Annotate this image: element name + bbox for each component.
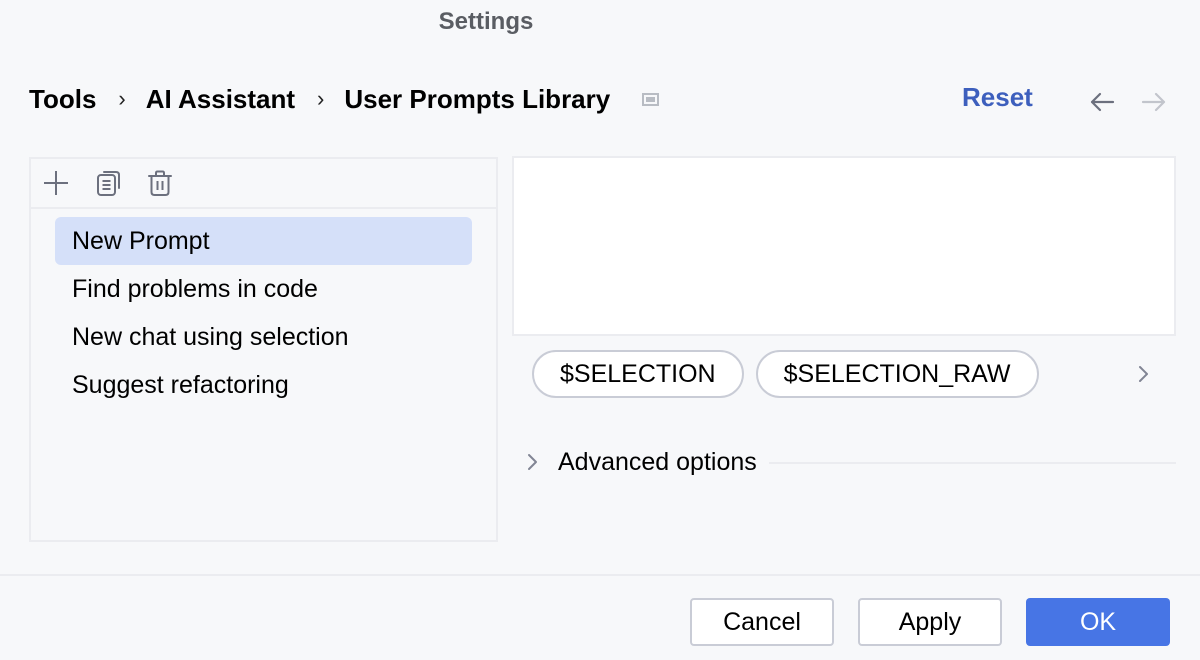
section-divider: [768, 462, 1176, 464]
breadcrumb-item-ai-assistant[interactable]: AI Assistant: [146, 84, 295, 115]
advanced-options-label[interactable]: Advanced options: [558, 448, 757, 477]
ok-button[interactable]: OK: [1026, 598, 1170, 646]
list-item[interactable]: Suggest refactoring: [55, 361, 472, 409]
breadcrumb-item-user-prompts-library: User Prompts Library: [344, 83, 611, 114]
cancel-button[interactable]: Cancel: [690, 598, 834, 646]
prompts-list: New Prompt Find problems in code New cha…: [31, 209, 496, 409]
arrow-right-icon: [1141, 92, 1166, 112]
plus-icon: [44, 171, 68, 195]
copy-prompt-button[interactable]: [93, 168, 123, 198]
breadcrumb-item-tools[interactable]: Tools: [29, 84, 96, 115]
prompts-panel: New Prompt Find problems in code New cha…: [29, 157, 498, 542]
forward-button[interactable]: [1140, 88, 1168, 116]
footer-divider: [0, 574, 1200, 576]
reset-link[interactable]: Reset: [962, 82, 1033, 113]
arrow-left-icon: [1090, 92, 1115, 112]
breadcrumb-separator: ›: [317, 86, 325, 111]
chip-selection[interactable]: $SELECTION: [532, 350, 744, 398]
chevron-right-icon: [1139, 366, 1148, 382]
dialog-title: Settings: [438, 8, 534, 35]
list-item[interactable]: New Prompt: [55, 217, 472, 265]
chevron-right-icon: [528, 454, 537, 470]
prompts-toolbar: [31, 159, 496, 209]
variable-chips: $SELECTION $SELECTION_RAW: [532, 350, 1051, 398]
apply-button[interactable]: Apply: [858, 598, 1002, 646]
more-variables-button[interactable]: [1134, 362, 1154, 386]
advanced-options-toggle[interactable]: [520, 445, 544, 479]
back-button[interactable]: [1088, 88, 1116, 116]
breadcrumb-separator: ›: [118, 86, 126, 111]
list-item[interactable]: Find problems in code: [55, 265, 472, 313]
breadcrumb: Tools › AI Assistant › User Prompts Libr…: [29, 82, 660, 116]
delete-prompt-button[interactable]: [145, 168, 175, 198]
advanced-options-section: Advanced options: [520, 445, 1176, 479]
chip-selection-raw[interactable]: $SELECTION_RAW: [755, 350, 1039, 398]
trash-icon: [148, 170, 172, 196]
copy-icon: [97, 171, 120, 196]
add-prompt-button[interactable]: [41, 168, 71, 198]
prompt-editor[interactable]: [512, 156, 1176, 336]
list-item[interactable]: New chat using selection: [55, 313, 472, 361]
window-icon[interactable]: [642, 92, 660, 106]
